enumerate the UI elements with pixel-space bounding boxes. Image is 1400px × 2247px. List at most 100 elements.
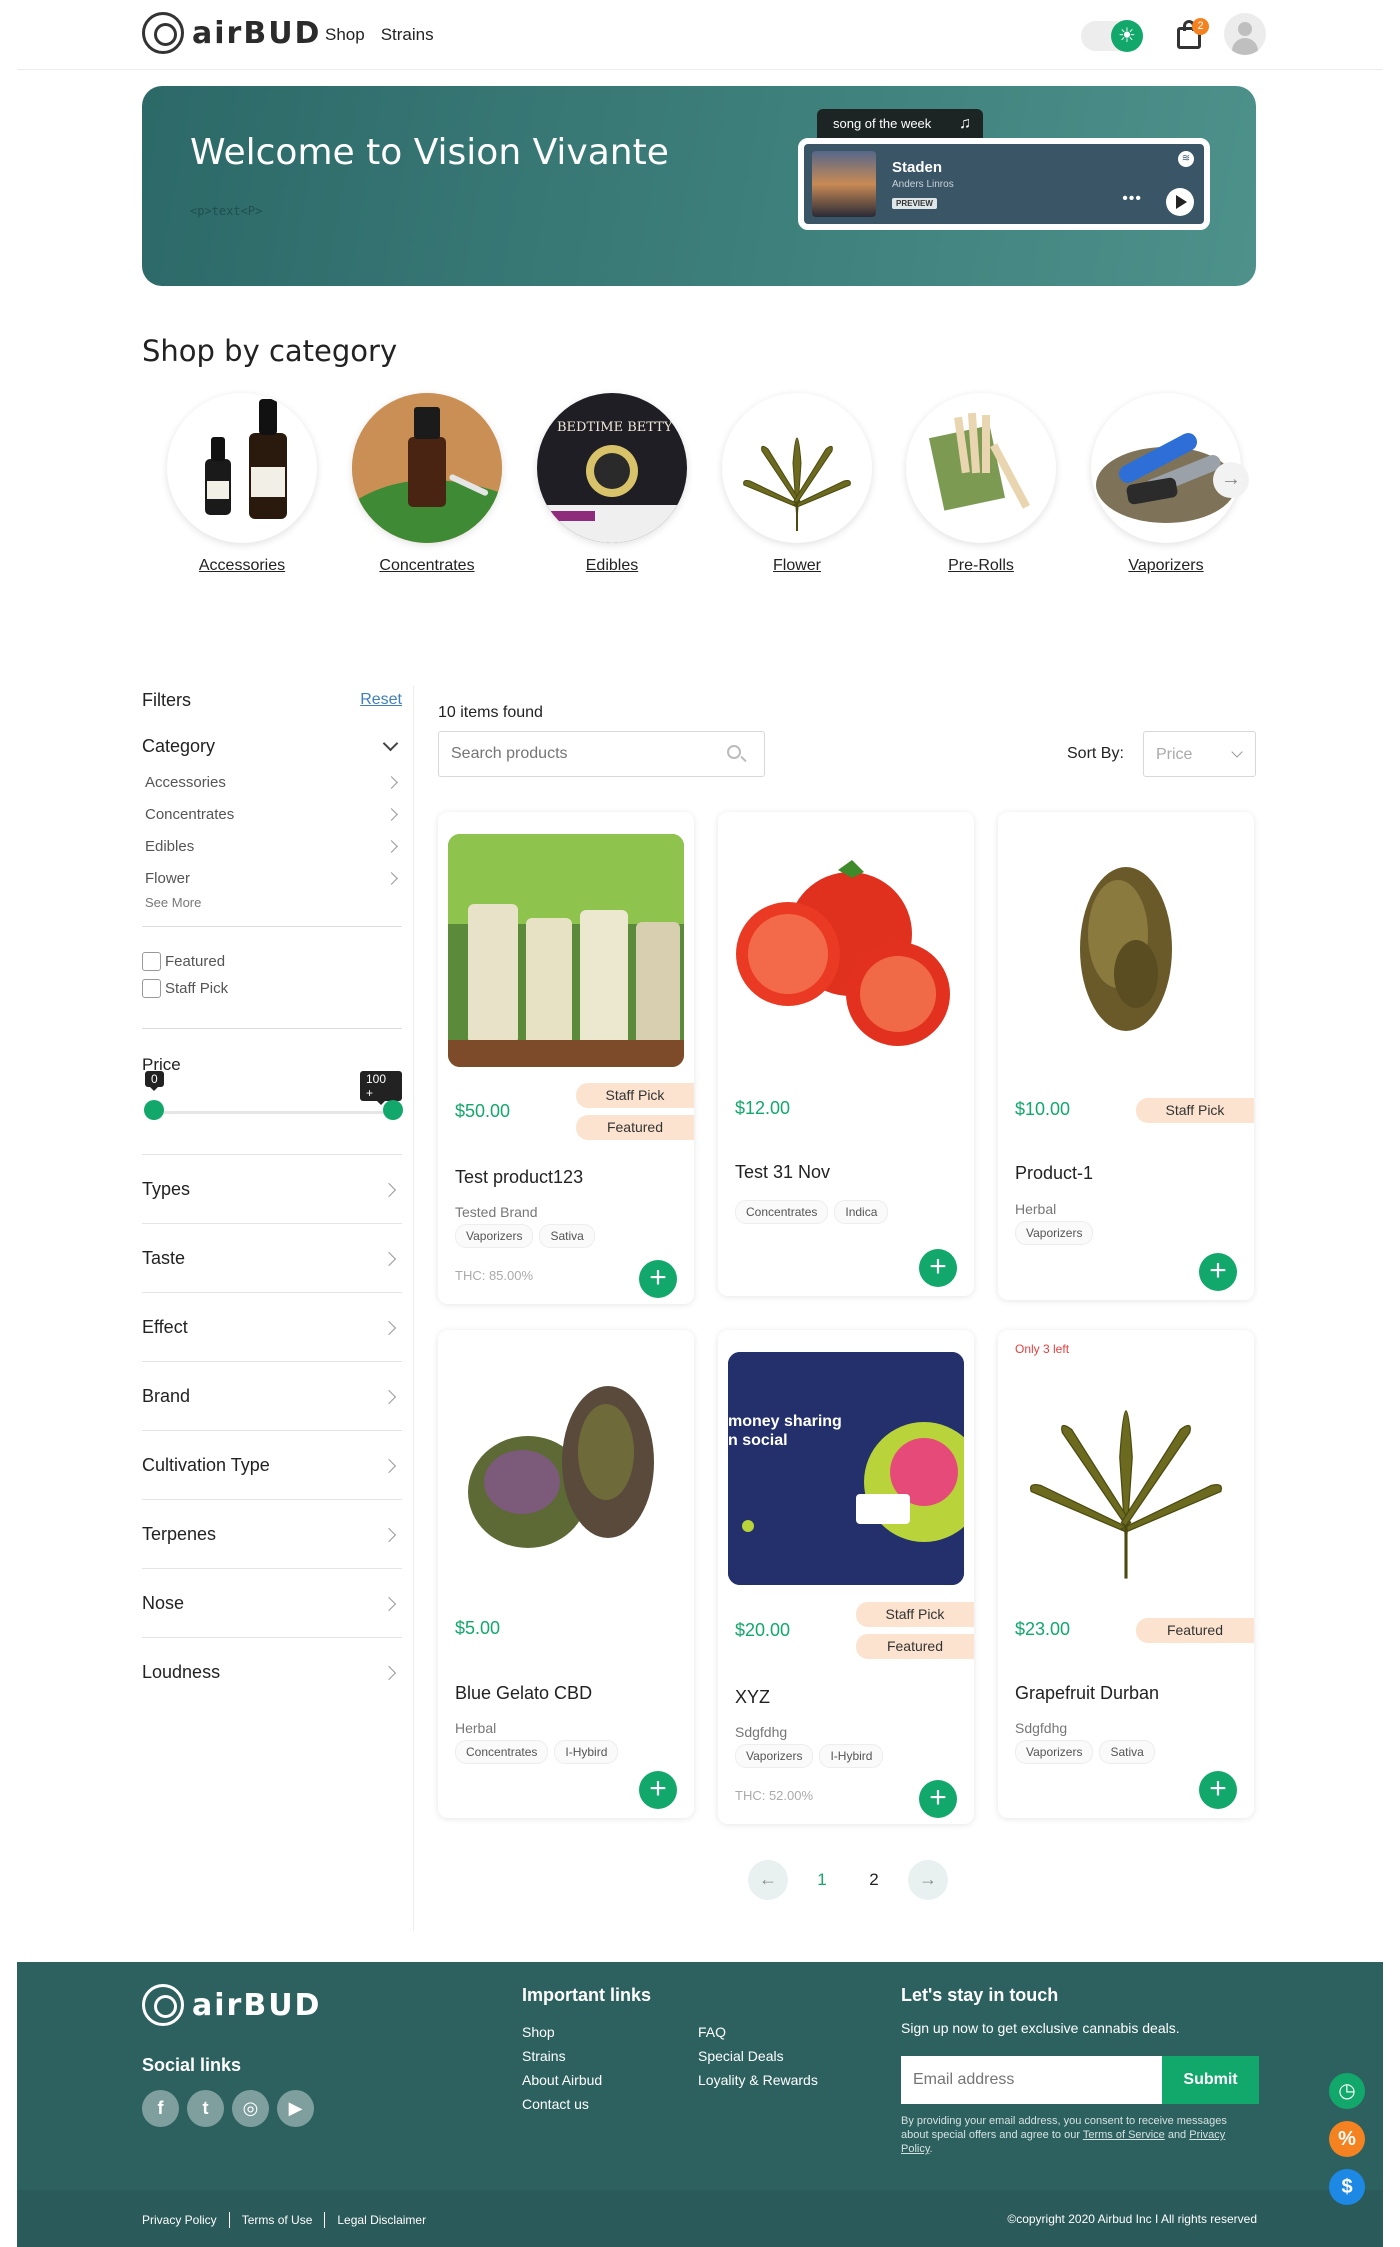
footer-link-faq[interactable]: FAQ [698,2020,818,2044]
facet-taste[interactable]: Taste [142,1223,402,1292]
add-to-cart-button[interactable]: + [1199,1771,1237,1809]
chevron-right-icon [381,1665,397,1681]
music-note-icon: ♫ [959,115,971,132]
facet-types[interactable]: Types [142,1154,402,1223]
brand-logo[interactable]: airBUD [142,12,321,54]
theme-toggle[interactable]: ☀ [1081,20,1143,52]
product-image [1008,834,1244,1067]
important-links-title: Important links [522,1985,652,2005]
product-name[interactable]: Blue Gelato CBD [455,1683,592,1704]
featured-checkbox[interactable]: Featured [142,952,225,971]
staff-pick-checkbox[interactable]: Staff Pick [142,979,228,998]
search-input[interactable] [438,731,765,777]
footer-logo[interactable]: airBUD [142,1984,321,2026]
featured-tag: Featured [1136,1618,1254,1643]
product-card[interactable]: $10.00 Staff Pick Product-1 Herbal Vapor… [998,812,1254,1300]
add-to-cart-button[interactable]: + [919,1780,957,1818]
product-card[interactable]: Only 3 left $23.00 Featured Grapefruit D… [998,1330,1254,1818]
submit-button[interactable]: Submit [1162,2056,1259,2104]
youtube-icon[interactable]: ▶ [277,2090,314,2127]
featured-tag: Featured [576,1115,694,1140]
category-concentrates[interactable]: Concentrates [352,393,502,575]
add-to-cart-button[interactable]: + [919,1249,957,1287]
spotify-player[interactable]: Staden Anders Linros PREVIEW ≋ ••• [798,138,1210,230]
filter-category-flower[interactable]: Flower [145,870,400,887]
add-to-cart-button[interactable]: + [639,1260,677,1298]
product-name[interactable]: Test product123 [455,1167,583,1188]
email-field[interactable] [901,2056,1162,2104]
filter-category-accessories[interactable]: Accessories [145,774,400,791]
filter-category-concentrates[interactable]: Concentrates [145,806,400,823]
sun-icon: ☀ [1111,20,1143,52]
product-thc: THC: 52.00% [735,1788,814,1803]
search-icon[interactable] [727,745,741,759]
filter-category-edibles[interactable]: Edibles [145,838,400,855]
more-options-icon[interactable]: ••• [1122,190,1142,208]
carousel-next-icon[interactable]: → [1213,462,1249,498]
staff-pick-tag: Staff Pick [1136,1098,1254,1123]
product-card[interactable]: money sharing n social $20.00 Staff Pick… [718,1330,974,1824]
category-edibles[interactable]: BEDTIME BETTY Edibles [537,393,687,575]
staff-pick-tag: Staff Pick [576,1083,694,1108]
product-name[interactable]: Grapefruit Durban [1015,1683,1159,1704]
footer-link-deals[interactable]: Special Deals [698,2044,818,2068]
category-pre-rolls[interactable]: Pre-Rolls [906,393,1056,575]
category-accessories[interactable]: Accessories [167,393,317,575]
cart-button[interactable]: 2 [1175,18,1209,50]
discount-icon[interactable]: % [1329,2121,1365,2157]
facet-loudness[interactable]: Loudness [142,1637,402,1706]
page-1[interactable]: 1 [796,1870,848,1890]
facet-brand[interactable]: Brand [142,1361,402,1430]
product-price: $23.00 [1015,1619,1071,1639]
hero-subtitle: <p>text<P> [190,204,263,218]
footer-link-strains[interactable]: Strains [522,2044,602,2068]
instagram-icon[interactable]: ◎ [232,2090,269,2127]
terms-link[interactable]: Terms of Service [1083,2129,1165,2141]
facet-nose[interactable]: Nose [142,1568,402,1637]
twitter-icon[interactable]: t [187,2090,224,2127]
nav-strains[interactable]: Strains [381,25,434,45]
privacy-policy-link[interactable]: Privacy Policy [142,2213,217,2227]
terms-of-use-link[interactable]: Terms of Use [242,2213,313,2227]
product-brand: Tested Brand [455,1204,538,1220]
user-avatar[interactable] [1224,13,1266,55]
legal-disclaimer-link[interactable]: Legal Disclaimer [337,2213,426,2227]
next-page-button[interactable]: → [908,1860,948,1900]
facet-effect[interactable]: Effect [142,1292,402,1361]
prev-page-button[interactable]: ← [748,1860,788,1900]
facebook-icon[interactable]: f [142,2090,179,2127]
clock-icon[interactable]: ◷ [1329,2073,1365,2109]
footer-link-shop[interactable]: Shop [522,2020,602,2044]
product-card[interactable]: $12.00 Test 31 Nov Concentrates Indica + [718,812,974,1296]
footer-link-about[interactable]: About Airbud [522,2068,602,2092]
reset-link[interactable]: Reset [360,691,402,709]
product-card[interactable]: $5.00 Blue Gelato CBD Herbal Concentrate… [438,1330,694,1818]
nav-shop[interactable]: Shop [325,25,365,45]
price-max-handle[interactable] [383,1100,403,1120]
price-min-handle[interactable] [144,1100,164,1120]
sort-select[interactable]: Price [1143,731,1256,777]
main-nav: Shop Strains [325,25,434,45]
flower-image [722,393,872,543]
add-to-cart-button[interactable]: + [639,1771,677,1809]
album-art [812,151,876,217]
see-more-link[interactable]: See More [145,895,201,910]
footer-link-contact[interactable]: Contact us [522,2092,602,2116]
facet-cultivation-type[interactable]: Cultivation Type [142,1430,402,1499]
facet-terpenes[interactable]: Terpenes [142,1499,402,1568]
play-button[interactable] [1166,188,1194,216]
category-flower[interactable]: Flower [722,393,872,575]
spotify-icon: ≋ [1178,151,1194,167]
category-label: Edibles [585,557,639,574]
page-2[interactable]: 2 [848,1870,900,1890]
add-to-cart-button[interactable]: + [1199,1253,1237,1291]
dollar-icon[interactable]: $ [1329,2169,1365,2205]
product-name[interactable]: Test 31 Nov [735,1162,830,1183]
product-name[interactable]: Product-1 [1015,1163,1093,1184]
footer-link-loyalty[interactable]: Loyality & Rewards [698,2068,818,2092]
product-name[interactable]: XYZ [735,1687,770,1708]
concentrates-image [352,393,502,543]
category-filter-header[interactable]: Category [142,735,402,757]
song-title: Staden [892,159,943,176]
product-card[interactable]: $50.00 Staff Pick Featured Test product1… [438,812,694,1304]
